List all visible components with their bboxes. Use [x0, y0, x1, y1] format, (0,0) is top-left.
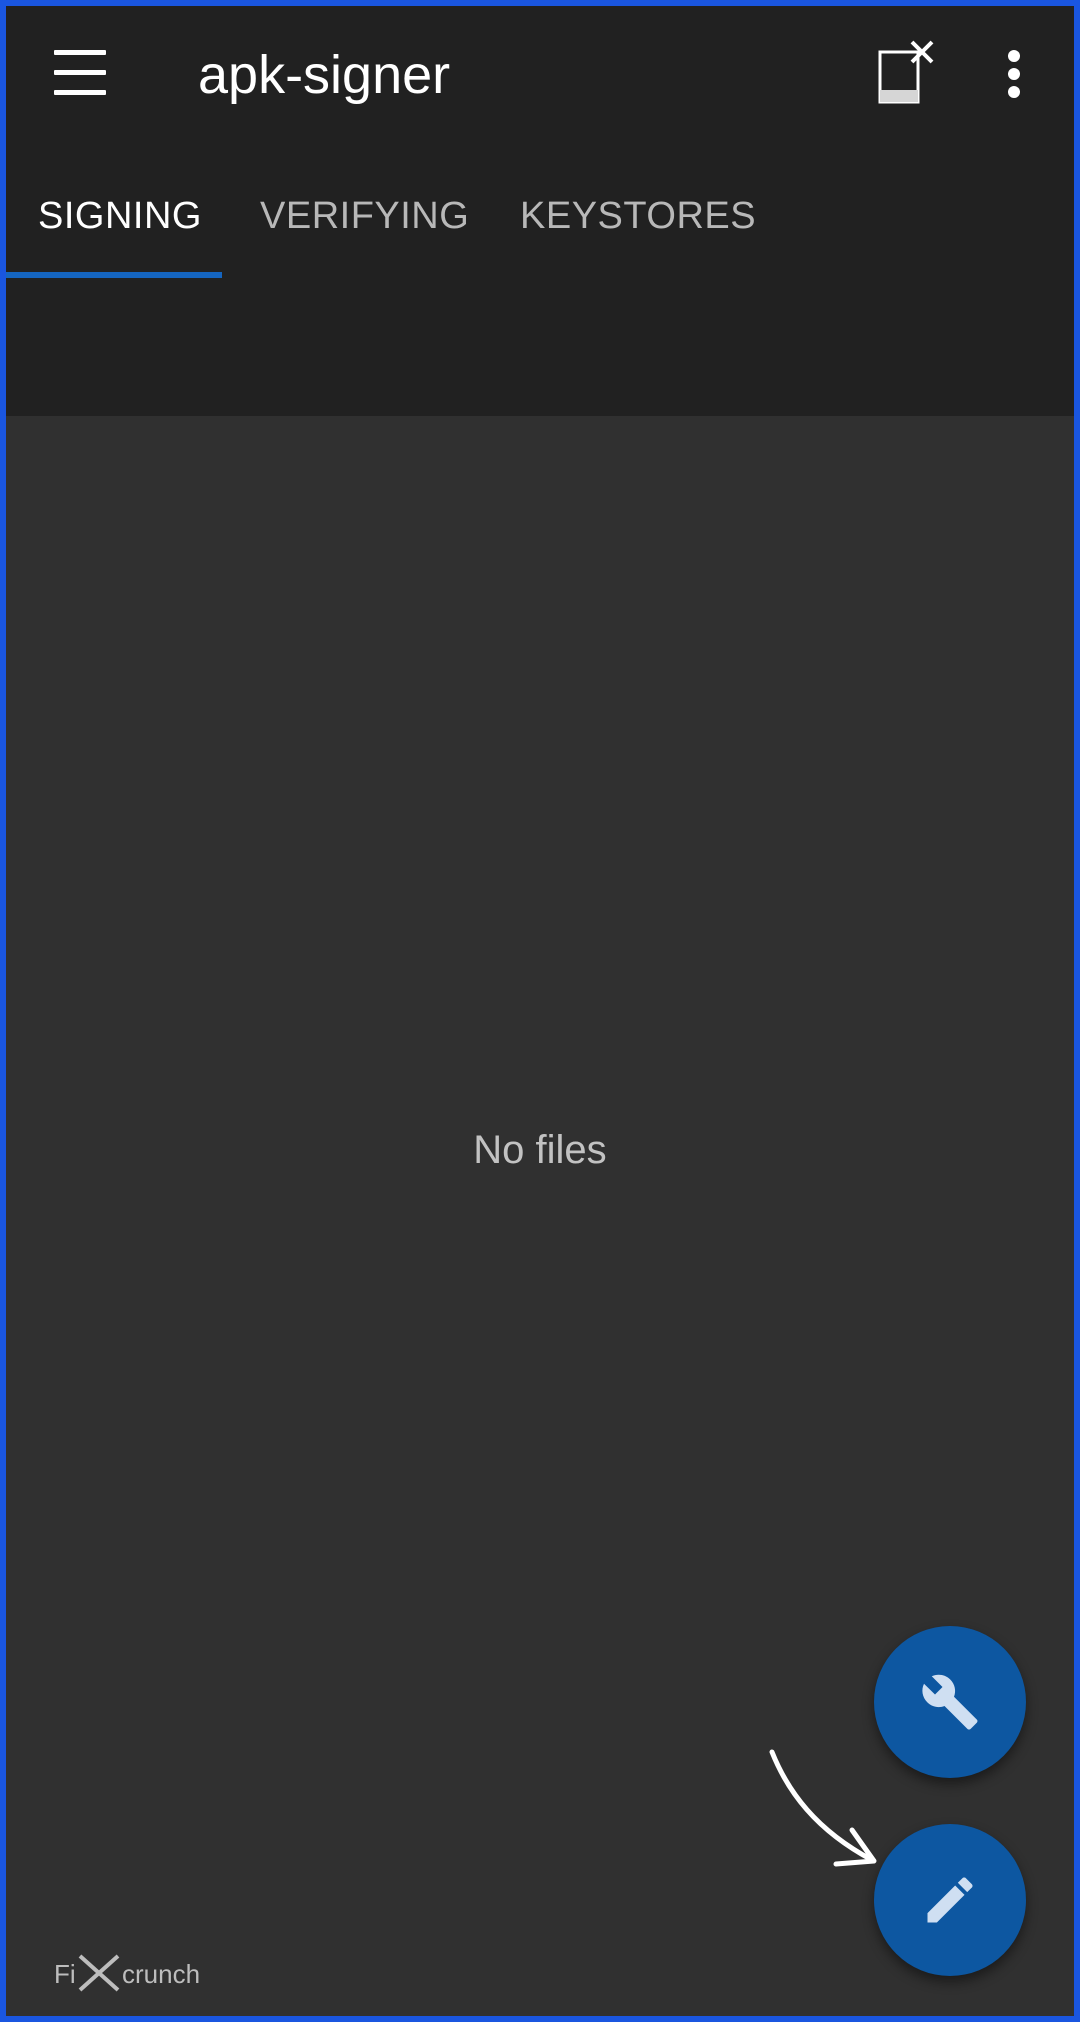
- active-tab-indicator: [6, 272, 222, 278]
- window-mode-icon[interactable]: [874, 32, 940, 108]
- empty-state-message: No files: [473, 1128, 607, 1172]
- annotation-arrow: [769, 1749, 877, 1867]
- pencil-icon: [927, 1877, 973, 1923]
- tab-verifying[interactable]: VERIFYING: [260, 188, 469, 244]
- app-screen: apk-signer SIGNING VERIFYING KEYSTORES N…: [0, 0, 1080, 2022]
- svg-text:crunch: crunch: [122, 1959, 200, 1989]
- svg-text:Fi: Fi: [54, 1959, 76, 1989]
- app-bar: apk-signer SIGNING VERIFYING KEYSTORES: [6, 6, 1074, 416]
- tools-fab-button[interactable]: [874, 1626, 1026, 1778]
- tab-signing[interactable]: SIGNING: [38, 188, 202, 244]
- app-title: apk-signer: [198, 45, 451, 105]
- hamburger-menu-icon[interactable]: [54, 50, 112, 96]
- wrench-icon: [922, 1674, 978, 1730]
- tab-keystores[interactable]: KEYSTORES: [520, 188, 756, 244]
- more-vert-icon[interactable]: [996, 42, 1036, 102]
- fixcrunch-watermark-logo: Fi crunch: [54, 1954, 200, 1992]
- sign-fab-button[interactable]: [874, 1824, 1026, 1976]
